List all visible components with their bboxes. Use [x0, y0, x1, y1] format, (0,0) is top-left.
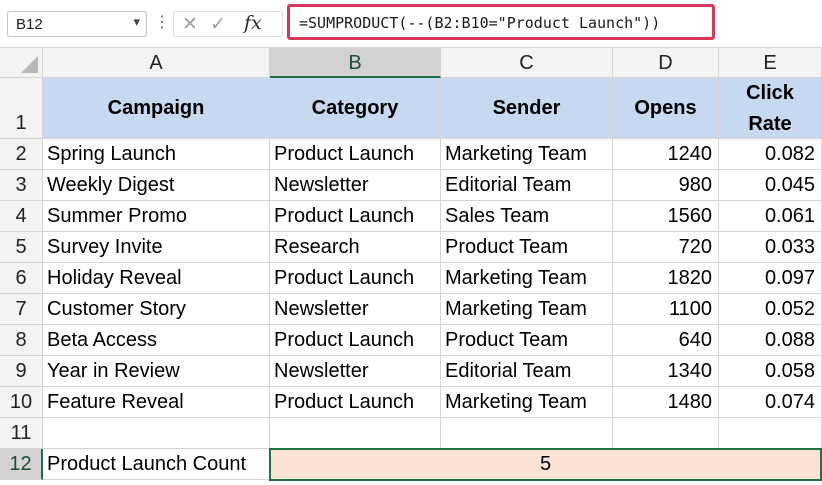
cell-d4[interactable]: 1560 — [613, 201, 719, 232]
cell-b4[interactable]: Product Launch — [270, 201, 441, 232]
cell-e5[interactable]: 0.033 — [719, 232, 822, 263]
cell-e3[interactable]: 0.045 — [719, 170, 822, 201]
cell-a10[interactable]: Feature Reveal — [43, 387, 270, 418]
header-opens[interactable]: Opens — [613, 78, 719, 139]
row-header-9[interactable]: 9 — [0, 356, 43, 387]
insert-function-icon[interactable]: fx — [244, 12, 262, 34]
cell-d8[interactable]: 640 — [613, 325, 719, 356]
cell-a8[interactable]: Beta Access — [43, 325, 270, 356]
name-box-value: B12 — [16, 16, 43, 33]
cell-b7[interactable]: Newsletter — [270, 294, 441, 325]
row-header-11[interactable]: 11 — [0, 418, 43, 449]
header-click-rate-line2: Rate — [748, 113, 792, 135]
cell-e9[interactable]: 0.058 — [719, 356, 822, 387]
cell-a5[interactable]: Survey Invite — [43, 232, 270, 263]
cell-b10[interactable]: Product Launch — [270, 387, 441, 418]
cell-c7[interactable]: Marketing Team — [441, 294, 613, 325]
cell-d5[interactable]: 720 — [613, 232, 719, 263]
cell-d7[interactable]: 1100 — [613, 294, 719, 325]
cell-a7[interactable]: Customer Story — [43, 294, 270, 325]
cell-c5[interactable]: Product Team — [441, 232, 613, 263]
cell-a11[interactable] — [43, 418, 270, 449]
cell-c8[interactable]: Product Team — [441, 325, 613, 356]
row-header-6[interactable]: 6 — [0, 263, 43, 294]
cell-c4[interactable]: Sales Team — [441, 201, 613, 232]
cell-e6[interactable]: 0.097 — [719, 263, 822, 294]
cell-d2[interactable]: 1240 — [613, 139, 719, 170]
formula-controls: ✕ ✓ fx — [173, 11, 283, 37]
cell-e8[interactable]: 0.088 — [719, 325, 822, 356]
name-box[interactable]: B12 ▾ — [7, 11, 147, 37]
formula-input[interactable]: =SUMPRODUCT(--(B2:B10="Product Launch")) — [287, 4, 715, 40]
cell-b8[interactable]: Product Launch — [270, 325, 441, 356]
column-header-e[interactable]: E — [719, 48, 822, 78]
cell-d11[interactable] — [613, 418, 719, 449]
cell-a2[interactable]: Spring Launch — [43, 139, 270, 170]
cell-c10[interactable]: Marketing Team — [441, 387, 613, 418]
cell-c6[interactable]: Marketing Team — [441, 263, 613, 294]
header-campaign[interactable]: Campaign — [43, 78, 270, 139]
cell-c2[interactable]: Marketing Team — [441, 139, 613, 170]
chevron-down-icon[interactable]: ▾ — [133, 14, 140, 30]
summary-label[interactable]: Product Launch Count — [43, 449, 270, 480]
row-header-1[interactable]: 1 — [0, 78, 43, 139]
row-header-2[interactable]: 2 — [0, 139, 43, 170]
cell-b2[interactable]: Product Launch — [270, 139, 441, 170]
cell-e2[interactable]: 0.082 — [719, 139, 822, 170]
column-header-a[interactable]: A — [43, 48, 270, 78]
row-header-4[interactable]: 4 — [0, 201, 43, 232]
cell-c3[interactable]: Editorial Team — [441, 170, 613, 201]
formula-text: =SUMPRODUCT(--(B2:B10="Product Launch")) — [299, 14, 661, 32]
cell-b9[interactable]: Newsletter — [270, 356, 441, 387]
column-header-d[interactable]: D — [613, 48, 719, 78]
cell-d6[interactable]: 1820 — [613, 263, 719, 294]
header-sender[interactable]: Sender — [441, 78, 613, 139]
cell-a4[interactable]: Summer Promo — [43, 201, 270, 232]
header-click-rate[interactable]: Click Rate — [719, 78, 822, 139]
more-options-icon[interactable]: ⋮ — [154, 12, 170, 34]
cell-b3[interactable]: Newsletter — [270, 170, 441, 201]
formula-bar: B12 ▾ ⋮ ✕ ✓ fx =SUMPRODUCT(--(B2:B10="Pr… — [0, 0, 822, 48]
row-header-5[interactable]: 5 — [0, 232, 43, 263]
summary-result[interactable]: 5 — [270, 449, 822, 480]
row-header-8[interactable]: 8 — [0, 325, 43, 356]
cell-a6[interactable]: Holiday Reveal — [43, 263, 270, 294]
cell-c11[interactable] — [441, 418, 613, 449]
cell-d3[interactable]: 980 — [613, 170, 719, 201]
row-header-12[interactable]: 12 — [0, 449, 43, 480]
cell-d10[interactable]: 1480 — [613, 387, 719, 418]
cell-b5[interactable]: Research — [270, 232, 441, 263]
header-category[interactable]: Category — [270, 78, 441, 139]
enter-icon[interactable]: ✓ — [210, 13, 226, 36]
column-header-c[interactable]: C — [441, 48, 613, 78]
header-click-rate-line1: Click — [746, 82, 794, 104]
row-header-3[interactable]: 3 — [0, 170, 43, 201]
cell-e7[interactable]: 0.052 — [719, 294, 822, 325]
cell-c9[interactable]: Editorial Team — [441, 356, 613, 387]
row-header-7[interactable]: 7 — [0, 294, 43, 325]
cell-d9[interactable]: 1340 — [613, 356, 719, 387]
select-all-icon — [21, 56, 38, 73]
column-header-b[interactable]: B — [270, 48, 441, 78]
cell-e11[interactable] — [719, 418, 822, 449]
cell-e10[interactable]: 0.074 — [719, 387, 822, 418]
cell-b6[interactable]: Product Launch — [270, 263, 441, 294]
cancel-icon[interactable]: ✕ — [182, 13, 198, 36]
cell-e4[interactable]: 0.061 — [719, 201, 822, 232]
row-header-10[interactable]: 10 — [0, 387, 43, 418]
cell-a3[interactable]: Weekly Digest — [43, 170, 270, 201]
select-all-corner[interactable] — [0, 48, 43, 78]
cell-b11[interactable] — [270, 418, 441, 449]
cell-a9[interactable]: Year in Review — [43, 356, 270, 387]
